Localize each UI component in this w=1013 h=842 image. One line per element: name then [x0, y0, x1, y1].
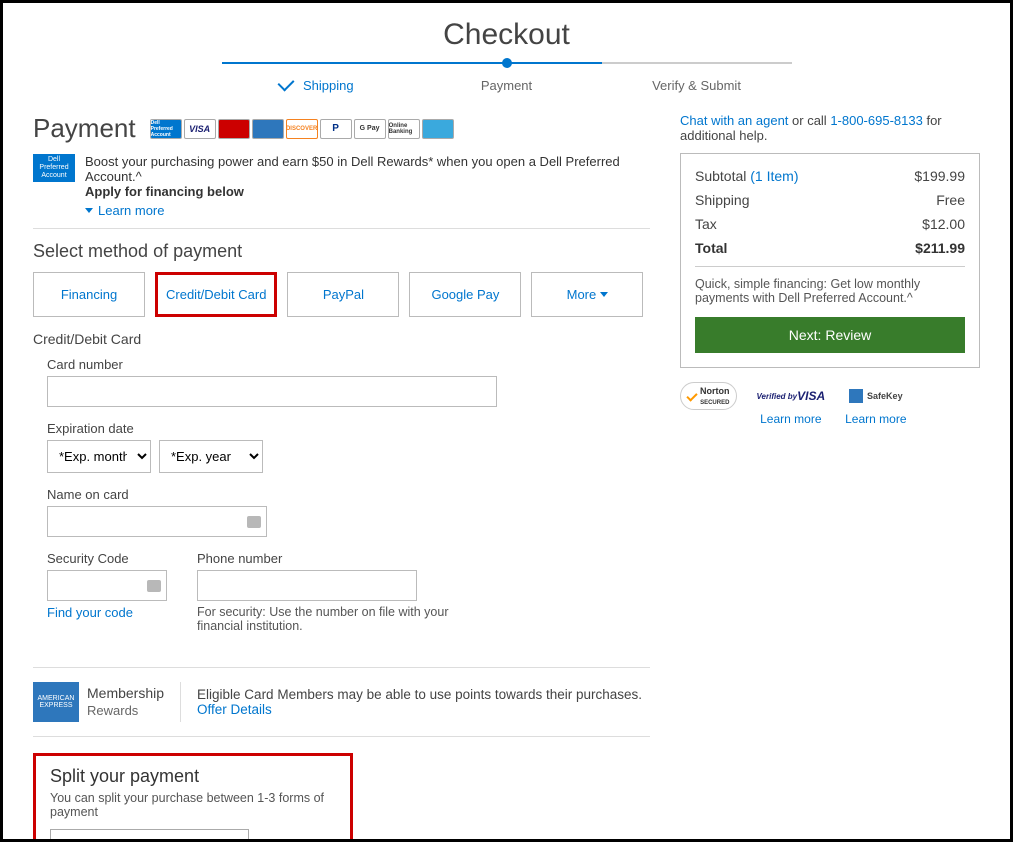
exp-month-select[interactable]: *Exp. month: [47, 440, 151, 473]
step-verify-label: Verify & Submit: [652, 78, 741, 93]
learn-more-link[interactable]: Learn more: [85, 203, 164, 218]
phone-label: Phone number: [197, 551, 477, 566]
name-on-card-label: Name on card: [47, 487, 650, 502]
step-payment-label: Payment: [481, 78, 532, 93]
card-section-title: Credit/Debit Card: [33, 331, 650, 347]
split-payment-box: Split your payment You can split your pu…: [33, 753, 353, 842]
chevron-down-icon: [600, 292, 608, 297]
amex-badge-icon: AMERICAN EXPRESS: [33, 682, 79, 722]
tab-credit-debit[interactable]: Credit/Debit Card: [155, 272, 277, 317]
amex-mr-1: Membership: [87, 685, 164, 701]
next-review-button[interactable]: Next: Review: [695, 317, 965, 353]
tab-paypal[interactable]: PayPal: [287, 272, 399, 317]
amex-text: Eligible Card Members may be able to use…: [197, 687, 642, 702]
visa-icon: VISA: [184, 119, 216, 139]
gpay-icon: G Pay: [354, 119, 386, 139]
add-payment-method-button[interactable]: Add Another Payment Method: [50, 829, 249, 842]
offer-details-link[interactable]: Offer Details: [197, 702, 272, 717]
dpa-icon: Dell Preferred Account: [150, 119, 182, 139]
paypal-icon: P: [320, 119, 352, 139]
step-payment: Payment: [412, 62, 602, 93]
check-icon: [686, 390, 697, 401]
payment-heading: Payment: [33, 113, 136, 144]
amex-mr-2: Rewards: [87, 703, 138, 718]
page-title: Checkout: [33, 18, 980, 52]
chat-agent-link[interactable]: Chat with an agent: [680, 113, 788, 128]
subtotal-label: Subtotal: [695, 168, 750, 184]
help-text: Chat with an agent or call 1-800-695-813…: [680, 113, 980, 143]
exp-year-select[interactable]: *Exp. year: [159, 440, 263, 473]
phone-help-text: For security: Use the number on file wit…: [197, 605, 477, 633]
expiration-label: Expiration date: [47, 421, 650, 436]
safekey-badge: SafeKey Learn more: [845, 382, 906, 426]
step-verify: Verify & Submit: [602, 62, 792, 93]
dpa-badge-icon: Dell Preferred Account: [33, 154, 75, 182]
total-label: Total: [695, 240, 727, 256]
accepted-cards: Dell Preferred Account VISA DISCOVER P G…: [150, 119, 454, 139]
tab-google-pay[interactable]: Google Pay: [409, 272, 521, 317]
verified-by-visa-badge: Verified byVISA Learn more: [757, 382, 826, 426]
vbv-learn-more-link[interactable]: Learn more: [757, 412, 826, 426]
tax-value: $12.00: [922, 216, 965, 232]
keyboard-icon: [247, 516, 261, 528]
amex-icon: [252, 119, 284, 139]
name-on-card-input[interactable]: [47, 506, 267, 537]
phone-input[interactable]: [197, 570, 417, 601]
norton-badge: NortonSECURED: [680, 382, 737, 412]
caret-down-icon: [85, 208, 93, 213]
support-phone-link[interactable]: 1-800-695-8133: [830, 113, 923, 128]
split-text: You can split your purchase between 1-3 …: [50, 791, 336, 819]
step-shipping[interactable]: Shipping: [222, 62, 412, 93]
tax-label: Tax: [695, 216, 717, 232]
subtotal-value: $199.99: [914, 168, 965, 184]
check-icon: [278, 75, 295, 92]
find-code-link[interactable]: Find your code: [47, 605, 133, 620]
check-card-icon: [422, 119, 454, 139]
safekey-learn-more-link[interactable]: Learn more: [845, 412, 906, 426]
card-number-input[interactable]: [47, 376, 497, 407]
discover-icon: DISCOVER: [286, 119, 318, 139]
square-icon: [849, 389, 863, 403]
method-heading: Select method of payment: [33, 241, 650, 262]
shipping-value: Free: [936, 192, 965, 208]
tab-more[interactable]: More: [531, 272, 643, 317]
trust-badges: NortonSECURED Verified byVISA Learn more…: [680, 382, 980, 426]
mastercard-icon: [218, 119, 250, 139]
tab-financing[interactable]: Financing: [33, 272, 145, 317]
order-summary: Subtotal (1 Item) $199.99 Shipping Free …: [680, 153, 980, 368]
items-link[interactable]: (1 Item): [750, 168, 798, 184]
promo-text-2: Apply for financing below: [85, 184, 244, 199]
shipping-label: Shipping: [695, 192, 750, 208]
progress-steps: Shipping Payment Verify & Submit: [33, 62, 980, 93]
dpa-promo: Dell Preferred Account Boost your purcha…: [33, 154, 650, 229]
split-heading: Split your payment: [50, 766, 336, 787]
total-value: $211.99: [915, 240, 965, 256]
keyboard-icon: [147, 580, 161, 592]
card-number-label: Card number: [47, 357, 650, 372]
finance-note: Quick, simple financing: Get low monthly…: [695, 277, 965, 305]
promo-text-1: Boost your purchasing power and earn $50…: [85, 154, 620, 184]
amex-rewards-promo: AMERICAN EXPRESS Membership Rewards Elig…: [33, 667, 650, 737]
step-shipping-label: Shipping: [303, 78, 354, 93]
online-banking-icon: Online Banking: [388, 119, 420, 139]
security-code-label: Security Code: [47, 551, 167, 566]
